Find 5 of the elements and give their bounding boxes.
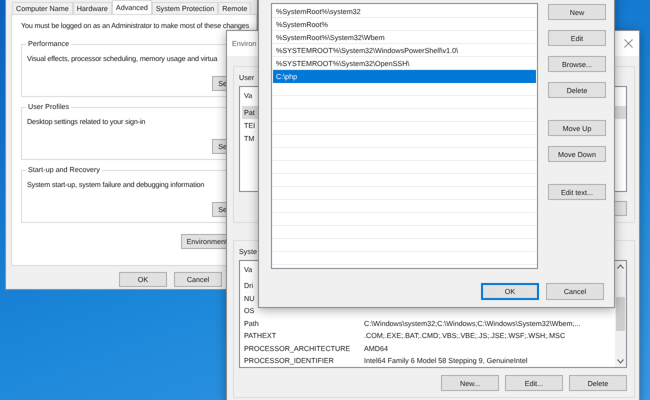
scrollbar[interactable] [615,261,626,367]
scroll-thumb[interactable] [616,297,625,331]
scroll-down-icon[interactable] [617,359,624,364]
close-icon[interactable] [624,39,633,48]
scroll-up-icon[interactable] [617,264,624,269]
